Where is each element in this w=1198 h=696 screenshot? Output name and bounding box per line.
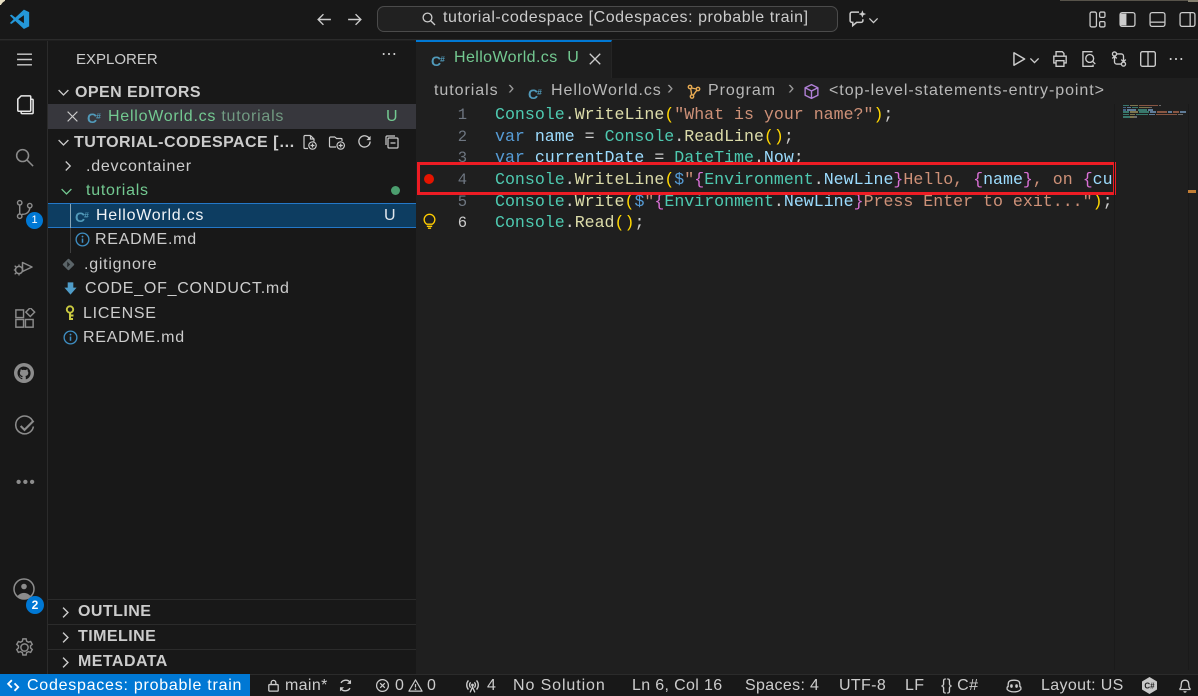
svg-text:C#: C#: [1144, 682, 1155, 691]
